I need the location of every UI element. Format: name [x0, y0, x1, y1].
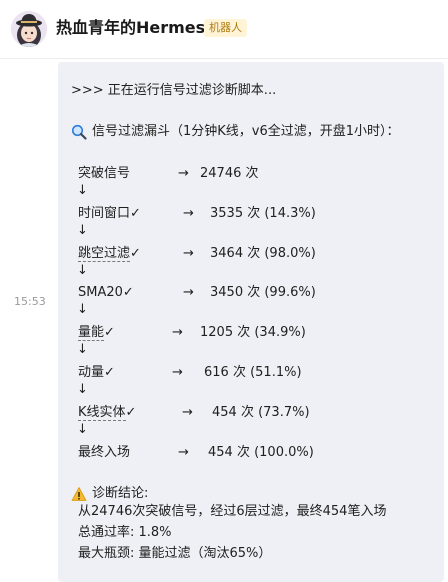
running-line: >>> 正在运行信号过滤诊断脚本...: [71, 83, 277, 98]
bot-avatar[interactable]: [11, 11, 47, 47]
conclusion-line: 从24746次突破信号，经过6层过滤，最终454笔入场: [78, 504, 387, 519]
funnel-step-count: 454 次 (73.7%): [212, 405, 310, 420]
funnel-step-count: 24746 次: [200, 166, 259, 181]
funnel-step-label: 跳空过滤✓: [78, 246, 141, 262]
warning-icon: [71, 487, 87, 501]
down-arrow: ↓: [77, 382, 88, 397]
funnel-arrow: →: [178, 166, 189, 181]
funnel-step-label: 时间窗口✓: [78, 206, 141, 221]
funnel-arrow: →: [183, 246, 194, 261]
funnel-step-count: 3450 次 (99.6%): [210, 285, 316, 300]
funnel-arrow: →: [178, 445, 189, 460]
funnel-title: 信号过滤漏斗（1分钟K线，v6全过滤，开盘1小时）：: [92, 124, 400, 139]
down-arrow: ↓: [77, 302, 88, 317]
message-timestamp: 15:53: [14, 295, 46, 308]
funnel-arrow: →: [182, 405, 193, 420]
down-arrow: ↓: [77, 342, 88, 357]
funnel-step-label: K线实体✓: [78, 405, 137, 421]
bot-badge: 机器人: [204, 19, 247, 37]
funnel-step-label: 最终入场: [78, 445, 131, 460]
funnel-arrow: →: [183, 285, 194, 300]
funnel-step-count: 1205 次 (34.9%): [200, 325, 306, 340]
bot-name: 热血青年的Hermes: [56, 18, 206, 37]
funnel-arrow: →: [172, 365, 183, 380]
magnifier-icon: [71, 124, 87, 140]
funnel-step-count: 454 次 (100.0%): [208, 445, 314, 460]
down-arrow: ↓: [77, 223, 88, 238]
funnel-arrow: →: [172, 325, 183, 340]
conclusion-line: 最大瓶颈: 量能过滤（淘汰65%）: [78, 546, 272, 561]
chat-header: 热血青年的Hermes 机器人: [0, 0, 448, 59]
down-arrow: ↓: [77, 422, 88, 437]
down-arrow: ↓: [77, 263, 88, 278]
funnel-step-label: 突破信号: [78, 166, 131, 181]
funnel-step-label: SMA20✓: [78, 285, 134, 300]
conclusion-line: 总通过率: 1.8%: [78, 525, 172, 540]
funnel-step-label: 动量✓: [78, 365, 115, 380]
funnel-arrow: →: [183, 206, 194, 221]
conclusion-title: 诊断结论:: [92, 486, 149, 501]
funnel-step-count: 3535 次 (14.3%): [210, 206, 316, 221]
funnel-step-label: 量能✓: [78, 325, 115, 341]
funnel-step-count: 616 次 (51.1%): [204, 365, 302, 380]
funnel-step-count: 3464 次 (98.0%): [210, 246, 316, 261]
down-arrow: ↓: [77, 183, 88, 198]
